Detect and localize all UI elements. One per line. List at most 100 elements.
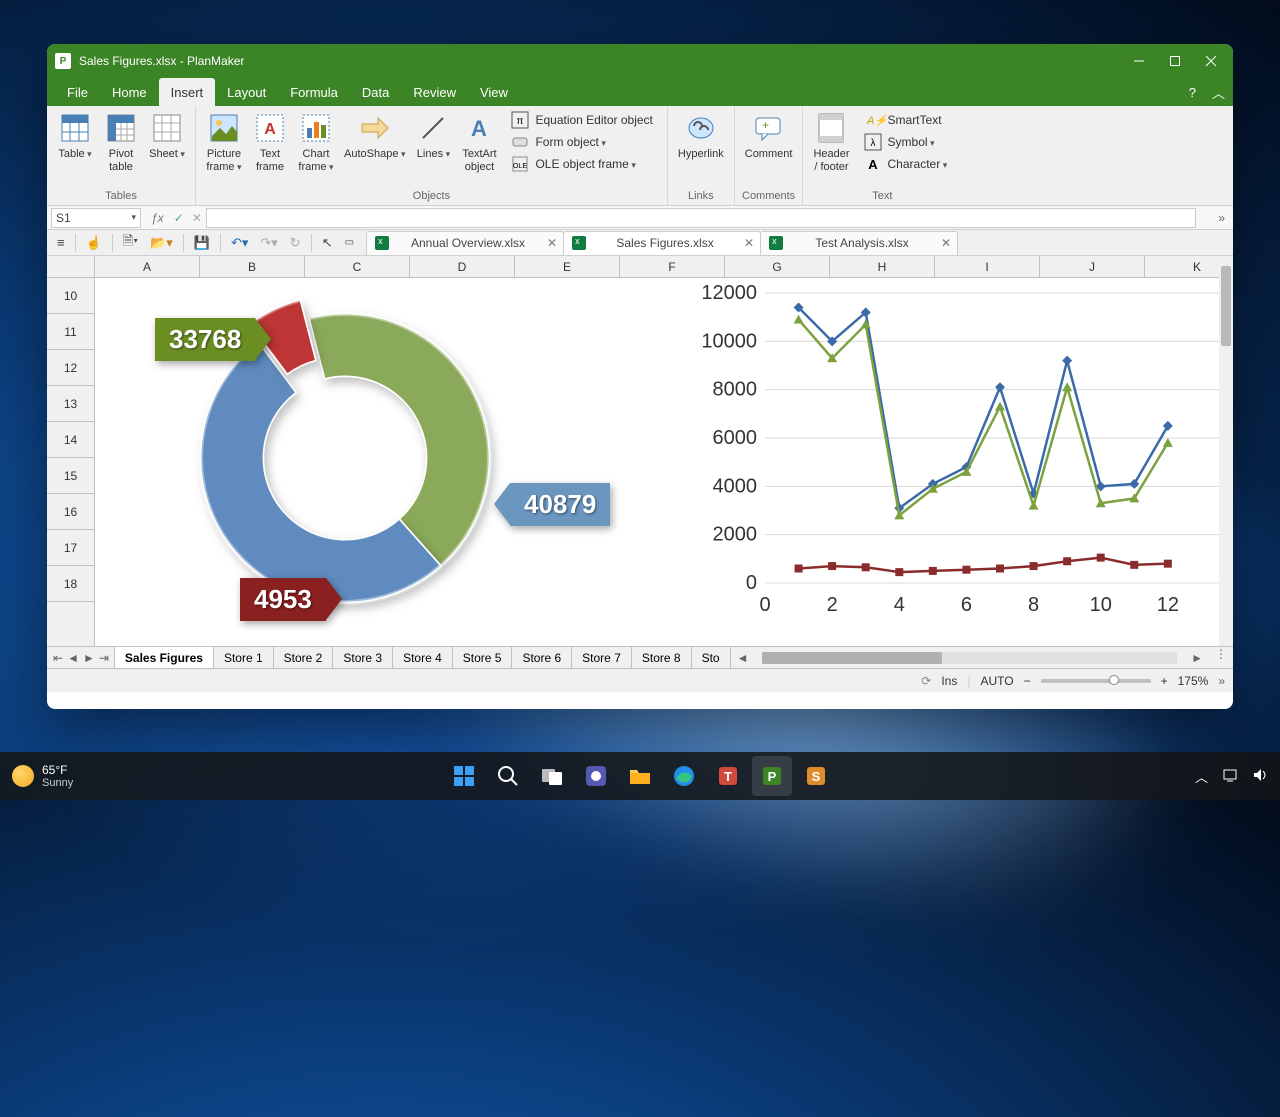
status-expand-icon[interactable]: » [1218,674,1225,688]
taskbar[interactable]: 65°FSunny T P S ︿ [0,752,1280,800]
row-headers[interactable]: 101112131415161718 [47,278,95,646]
object-mode-icon[interactable]: ▭ [341,235,358,250]
sheet-tab[interactable]: Store 3 [332,647,393,668]
cursor-icon[interactable]: ↖ [318,233,337,253]
formula-cancel-icon[interactable]: ✕ [188,211,206,225]
menu-data[interactable]: Data [350,78,401,106]
menu-formula[interactable]: Formula [278,78,350,106]
row-header[interactable]: 11 [47,314,94,350]
touch-mode-icon[interactable]: ☝ [82,233,106,253]
sheet-tab[interactable]: Store 1 [213,647,274,668]
tray-chevron-icon[interactable]: ︿ [1195,767,1208,786]
zoom-in-icon[interactable]: + [1161,674,1168,688]
tray-network-icon[interactable] [1222,767,1238,786]
repeat-icon[interactable]: ↻ [286,233,305,253]
comment-button[interactable]: +Comment [741,108,797,163]
sheet-tab[interactable]: Store 2 [273,647,334,668]
sheet-tab[interactable]: Store 6 [511,647,572,668]
header-footer-button[interactable]: Header / footer [809,108,853,175]
start-button[interactable] [444,756,484,796]
column-header[interactable]: B [200,256,305,277]
horizontal-scrollbar[interactable]: ◄► [731,647,1209,668]
search-button[interactable] [488,756,528,796]
menu-review[interactable]: Review [401,78,468,106]
document-tab[interactable]: Sales Figures.xlsx✕ [563,231,761,255]
equation-editor-button[interactable]: πEquation Editor object [507,110,656,130]
sheet-tab[interactable]: Store 7 [571,647,632,668]
row-header[interactable]: 15 [47,458,94,494]
menu-file[interactable]: File [55,78,100,106]
line-chart[interactable]: 02000400060008000100001200002468101214 [695,273,1233,633]
sheet-nav-last-icon[interactable]: ⇥ [99,651,109,665]
sheet-tab[interactable]: Store 8 [631,647,692,668]
zoom-level[interactable]: 175% [1178,674,1209,688]
close-tab-icon[interactable]: ✕ [547,236,557,250]
column-header[interactable]: A [95,256,200,277]
row-header[interactable]: 18 [47,566,94,602]
teams-icon[interactable] [576,756,616,796]
sheet-nav-first-icon[interactable]: ⇤ [53,651,63,665]
menu-layout[interactable]: Layout [215,78,278,106]
close-tab-icon[interactable]: ✕ [744,236,754,250]
sheet-tab[interactable]: Store 5 [452,647,513,668]
row-header[interactable]: 12 [47,350,94,386]
row-header[interactable]: 17 [47,530,94,566]
picture-frame-button[interactable]: Picture frame [202,108,246,175]
zoom-slider[interactable] [1041,679,1151,683]
textmaker-icon[interactable]: T [708,756,748,796]
row-header[interactable]: 14 [47,422,94,458]
redo-icon[interactable]: ↷▾ [256,233,281,253]
lines-button[interactable]: Lines [411,108,455,163]
formula-accept-icon[interactable]: ✓ [170,211,188,225]
close-tab-icon[interactable]: ✕ [941,236,951,250]
column-header[interactable]: E [515,256,620,277]
titlebar[interactable]: P Sales Figures.xlsx - PlanMaker [47,44,1233,78]
hyperlink-button[interactable]: Hyperlink [674,108,728,163]
menu-home[interactable]: Home [100,78,159,106]
select-all-corner[interactable] [47,256,95,278]
donut-chart[interactable]: 33768 40879 4953 [175,288,515,633]
formula-input[interactable] [206,208,1197,228]
close-button[interactable] [1189,45,1233,78]
collapse-ribbon-icon[interactable]: ︿ [1204,78,1233,106]
planmaker-icon[interactable]: P [752,756,792,796]
undo-icon[interactable]: ↶▾ [227,233,252,253]
taskbar-weather[interactable]: 65°FSunny [12,763,73,789]
ole-object-button[interactable]: OLEOLE object frame [507,154,656,174]
formula-expand-icon[interactable]: » [1214,211,1229,225]
row-header[interactable]: 10 [47,278,94,314]
new-file-icon[interactable]: 🗎▾ [119,230,142,256]
align-icon[interactable]: ≡ [53,233,69,252]
sheet-tab[interactable]: Store 4 [392,647,453,668]
column-header[interactable]: D [410,256,515,277]
form-object-button[interactable]: Form object [507,132,656,152]
autoshape-button[interactable]: AutoShape [340,108,409,163]
open-file-icon[interactable]: 📂▾ [146,233,177,253]
text-frame-button[interactable]: AText frame [248,108,292,175]
vertical-scrollbar[interactable] [1219,256,1233,646]
column-header[interactable]: C [305,256,410,277]
row-header[interactable]: 16 [47,494,94,530]
sheet-tab[interactable]: Sales Figures [114,647,214,668]
pivot-table-button[interactable]: Pivot table [99,108,143,175]
save-icon[interactable]: 💾 [190,233,214,253]
file-explorer-icon[interactable] [620,756,660,796]
tray-volume-icon[interactable] [1252,767,1268,786]
sheet-nav-prev-icon[interactable]: ◄ [67,651,79,665]
menu-insert[interactable]: Insert [159,78,216,106]
character-button[interactable]: ACharacter [860,154,952,174]
textart-button[interactable]: ATextArt object [457,108,501,175]
zoom-out-icon[interactable]: − [1024,674,1031,688]
symbol-button[interactable]: λSymbol [860,132,952,152]
sheet-tab[interactable]: Sto [691,647,731,668]
chart-frame-button[interactable]: Chart frame [294,108,338,175]
menu-view[interactable]: View [468,78,520,106]
cell-area[interactable]: 33768 40879 4953 02000400060008000100001… [95,278,1219,646]
edge-icon[interactable] [664,756,704,796]
row-header[interactable]: 13 [47,386,94,422]
table-button[interactable]: Table [53,108,97,163]
sheet-button[interactable]: Sheet [145,108,189,163]
sheet-options-icon[interactable]: ⋮ [1209,647,1233,668]
document-tab[interactable]: Annual Overview.xlsx✕ [366,231,564,255]
spreadsheet-grid[interactable]: ABCDEFGHIJK 101112131415161718 33768 408… [47,256,1233,646]
